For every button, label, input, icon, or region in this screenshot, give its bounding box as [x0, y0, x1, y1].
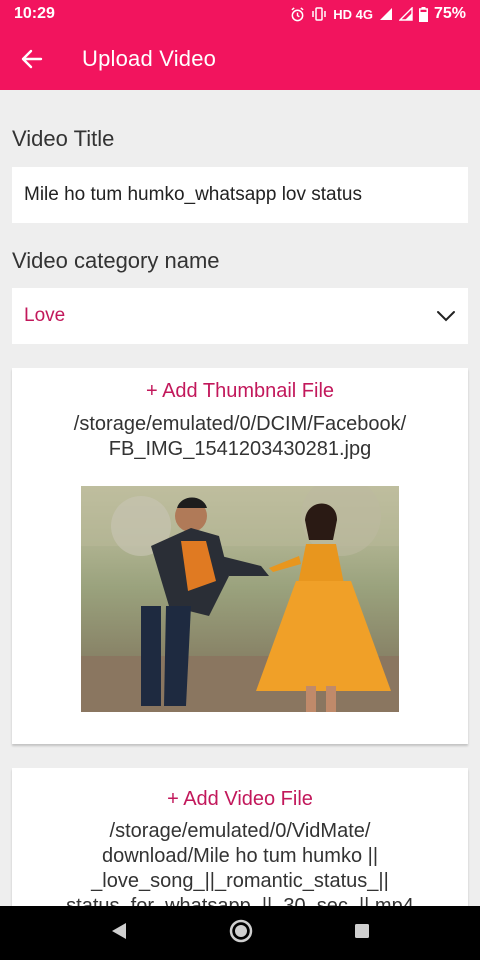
battery-percent: 75%	[433, 5, 466, 22]
thumbnail-path-line-1: /storage/emulated/0/DCIM/Facebook/	[73, 413, 407, 435]
network-type: HD 4G	[333, 6, 373, 22]
video-title-field[interactable]: Mile ho tum humko_whatsapp lov status	[12, 167, 468, 223]
status-bar: 10:29 HD 4G 75%	[0, 0, 480, 28]
nav-home-button[interactable]	[228, 918, 254, 949]
video-title-value: Mile ho tum humko_whatsapp lov status	[24, 184, 362, 205]
system-nav-bar	[0, 906, 480, 960]
nav-back-button[interactable]	[110, 921, 128, 946]
upload-form[interactable]: Video Title Mile ho tum humko_whatsapp l…	[0, 90, 480, 906]
arrow-left-icon	[21, 49, 43, 69]
signal-2-icon	[398, 7, 413, 21]
back-button[interactable]	[0, 28, 64, 90]
thumbnail-preview-image	[81, 486, 399, 712]
video-path-line-2: download/Mile ho tum humko ||	[101, 845, 379, 867]
category-selected-value: Love	[24, 305, 66, 326]
page-title: Upload Video	[82, 46, 217, 71]
category-label: Video category name	[12, 248, 220, 273]
video-path-line-1: /storage/emulated/0/VidMate/	[109, 820, 371, 842]
app-bar: Upload Video	[0, 28, 480, 90]
thumbnail-card: + Add Thumbnail File /storage/emulated/0…	[12, 368, 468, 744]
thumbnail-path-line-2: FB_IMG_1541203430281.jpg	[108, 438, 372, 460]
video-title-label: Video Title	[12, 126, 115, 151]
signal-icon	[379, 7, 393, 21]
status-time: 10:29	[14, 5, 55, 22]
vibrate-icon	[311, 7, 327, 21]
nav-recents-button[interactable]	[354, 923, 370, 944]
square-recents-icon	[355, 923, 369, 938]
status-icons: HD 4G 75%	[290, 5, 466, 23]
video-card: + Add Video File /storage/emulated/0/Vid…	[12, 768, 468, 906]
add-thumbnail-button[interactable]: + Add Thumbnail File	[12, 380, 468, 403]
chevron-down-icon	[437, 311, 455, 322]
battery-icon	[418, 6, 428, 22]
video-path-line-3: _love_song_||_romantic_status_||	[91, 870, 389, 892]
category-dropdown[interactable]: Love	[12, 288, 468, 344]
add-video-button[interactable]: + Add Video File	[12, 788, 468, 811]
triangle-back-icon	[112, 922, 126, 939]
alarm-icon	[290, 6, 305, 22]
video-path-line-4: status_for_whatsapp_||_30_sec_||.mp4	[66, 895, 414, 906]
circle-home-icon	[229, 919, 253, 942]
